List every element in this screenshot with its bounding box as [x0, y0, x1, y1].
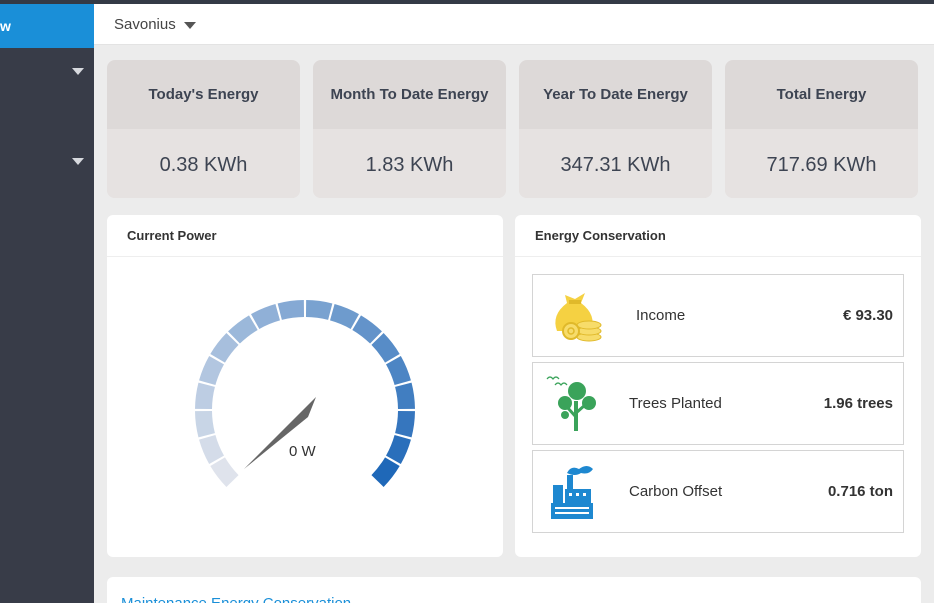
gauge-segment — [210, 457, 239, 487]
kpi-value: 0.38 KWh — [107, 129, 300, 198]
kpi-title: Today's Energy — [148, 86, 259, 103]
tree-icon — [546, 376, 596, 431]
conservation-item-carbon: Carbon Offset 0.716 ton — [532, 450, 904, 533]
gauge-segment — [395, 410, 415, 438]
kpi-title: Month To Date Energy — [330, 86, 489, 103]
kpi-card-today-energy: Today's Energy 0.38 KWh — [107, 60, 300, 198]
gauge-segment — [305, 300, 333, 320]
chevron-down-icon[interactable] — [72, 68, 84, 75]
gauge-segment — [386, 435, 411, 464]
conservation-value: € 93.30 — [842, 307, 893, 324]
sidebar-item-overview[interactable]: w — [0, 4, 94, 48]
conservation-value: 0.716 ton — [827, 483, 893, 500]
site-selector[interactable]: Savonius — [114, 4, 196, 45]
gauge-segment — [371, 457, 400, 487]
factory-icon — [551, 466, 593, 519]
money-bag-icon — [555, 293, 602, 342]
conservation-label: Income — [636, 307, 686, 324]
gauge-segment — [330, 304, 359, 329]
power-gauge — [195, 300, 415, 487]
current-power-card: Current Power 0 W — [107, 215, 503, 557]
gauge-segment — [251, 304, 280, 329]
card-title[interactable]: Maintenance Energy Conservation — [121, 595, 351, 603]
energy-conservation-card: Energy Conservation Income € 93.30 Trees… — [515, 215, 921, 557]
kpi-title: Total Energy — [776, 86, 867, 103]
chevron-down-icon[interactable] — [72, 158, 84, 165]
conservation-item-income: Income € 93.30 — [532, 274, 904, 357]
gauge-segment — [277, 300, 305, 320]
gauge-segment — [199, 356, 224, 385]
card-title: Energy Conservation — [515, 215, 921, 257]
conservation-label: Carbon Offset — [629, 483, 723, 500]
gauge-segment — [199, 435, 224, 464]
chevron-down-icon — [183, 22, 196, 29]
card-title: Current Power — [107, 215, 503, 257]
kpi-value: 347.31 KWh — [519, 129, 712, 198]
gauge-segment — [395, 382, 415, 410]
gauge-segment — [195, 410, 215, 438]
gauge-segment — [195, 382, 215, 410]
kpi-value: 717.69 KWh — [725, 129, 918, 198]
kpi-card-month-energy: Month To Date Energy 1.83 KWh — [313, 60, 506, 198]
maintenance-card: Maintenance Energy Conservation — [107, 577, 921, 603]
kpi-card-year-energy: Year To Date Energy 347.31 KWh — [519, 60, 712, 198]
sidebar-item-label: w — [0, 18, 11, 34]
kpi-card-total-energy: Total Energy 717.69 KWh — [725, 60, 918, 198]
conservation-value: 1.96 trees — [823, 395, 893, 412]
kpi-title: Year To Date Energy — [543, 86, 688, 103]
header-bar: Savonius — [94, 4, 934, 45]
sidebar: w — [0, 4, 94, 603]
gauge-value: 0 W — [289, 443, 316, 460]
kpi-value: 1.83 KWh — [313, 129, 506, 198]
gauge-segment — [386, 356, 411, 385]
conservation-label: Trees Planted — [629, 395, 722, 412]
conservation-item-trees: Trees Planted 1.96 trees — [532, 362, 904, 445]
site-selector-label: Savonius — [114, 16, 176, 33]
